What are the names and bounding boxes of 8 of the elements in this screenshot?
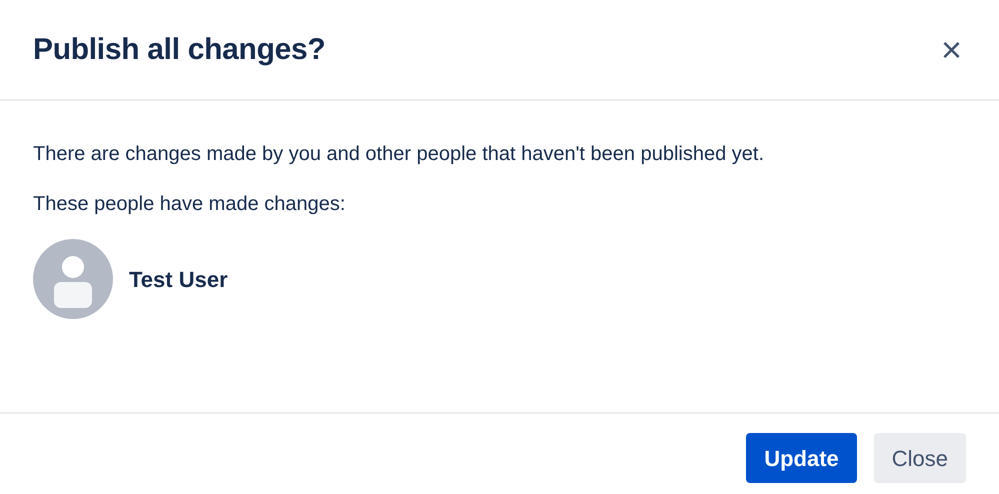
update-button[interactable]: Update [746,433,857,483]
avatar-icon [33,239,113,319]
people-label: These people have made changes: [33,192,346,217]
close-button[interactable]: × [936,32,966,68]
message-text: There are changes made by you and other people that haven't been published yet. [33,142,765,167]
close-button[interactable]: Close [874,433,966,483]
person-name: Test User [129,266,228,294]
dialog-title: Publish all changes? [33,32,326,68]
